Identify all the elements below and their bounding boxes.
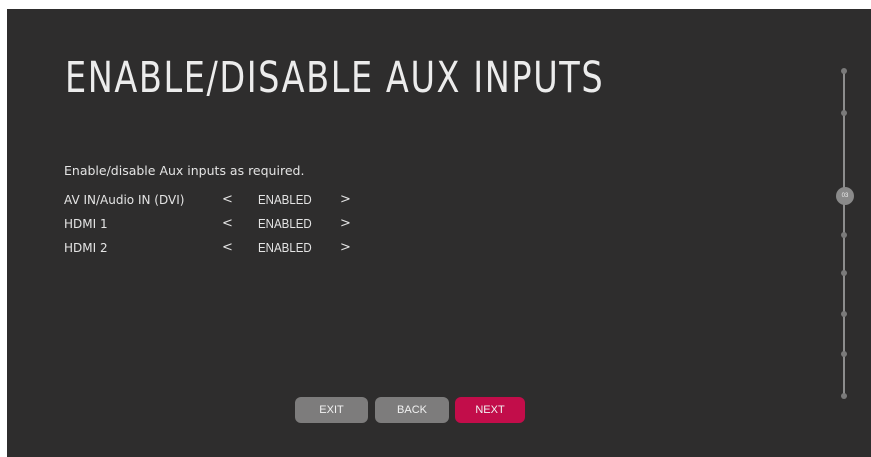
- chevron-left-icon[interactable]: <: [222, 240, 233, 255]
- input-label: AV IN/Audio IN (DVI): [64, 193, 185, 207]
- chevron-right-icon[interactable]: >: [340, 216, 351, 231]
- step-dot: [841, 232, 847, 238]
- chevron-left-icon[interactable]: <: [222, 216, 233, 231]
- input-label: HDMI 2: [64, 241, 108, 255]
- step-dot: [841, 311, 847, 317]
- progress-stepper: 03: [836, 67, 854, 399]
- chevron-right-icon[interactable]: >: [340, 240, 351, 255]
- next-button[interactable]: NEXT: [455, 397, 525, 423]
- exit-button[interactable]: EXIT: [295, 397, 368, 423]
- page-description: Enable/disable Aux inputs as required.: [64, 163, 305, 178]
- input-value[interactable]: ENABLED: [258, 217, 312, 231]
- input-value[interactable]: ENABLED: [258, 193, 312, 207]
- page-title: ENABLE/DISABLE AUX INPUTS: [65, 53, 605, 103]
- step-dot: [841, 270, 847, 276]
- step-dot: [841, 68, 847, 74]
- step-dot: [841, 110, 847, 116]
- input-value[interactable]: ENABLED: [258, 241, 312, 255]
- chevron-right-icon[interactable]: >: [340, 192, 351, 207]
- chevron-left-icon[interactable]: <: [222, 192, 233, 207]
- setup-screen: ENABLE/DISABLE AUX INPUTS Enable/disable…: [7, 9, 871, 457]
- back-button[interactable]: BACK: [375, 397, 449, 423]
- current-step-indicator: 03: [836, 187, 854, 205]
- input-label: HDMI 1: [64, 217, 108, 231]
- step-dot: [841, 393, 847, 399]
- step-dot: [841, 351, 847, 357]
